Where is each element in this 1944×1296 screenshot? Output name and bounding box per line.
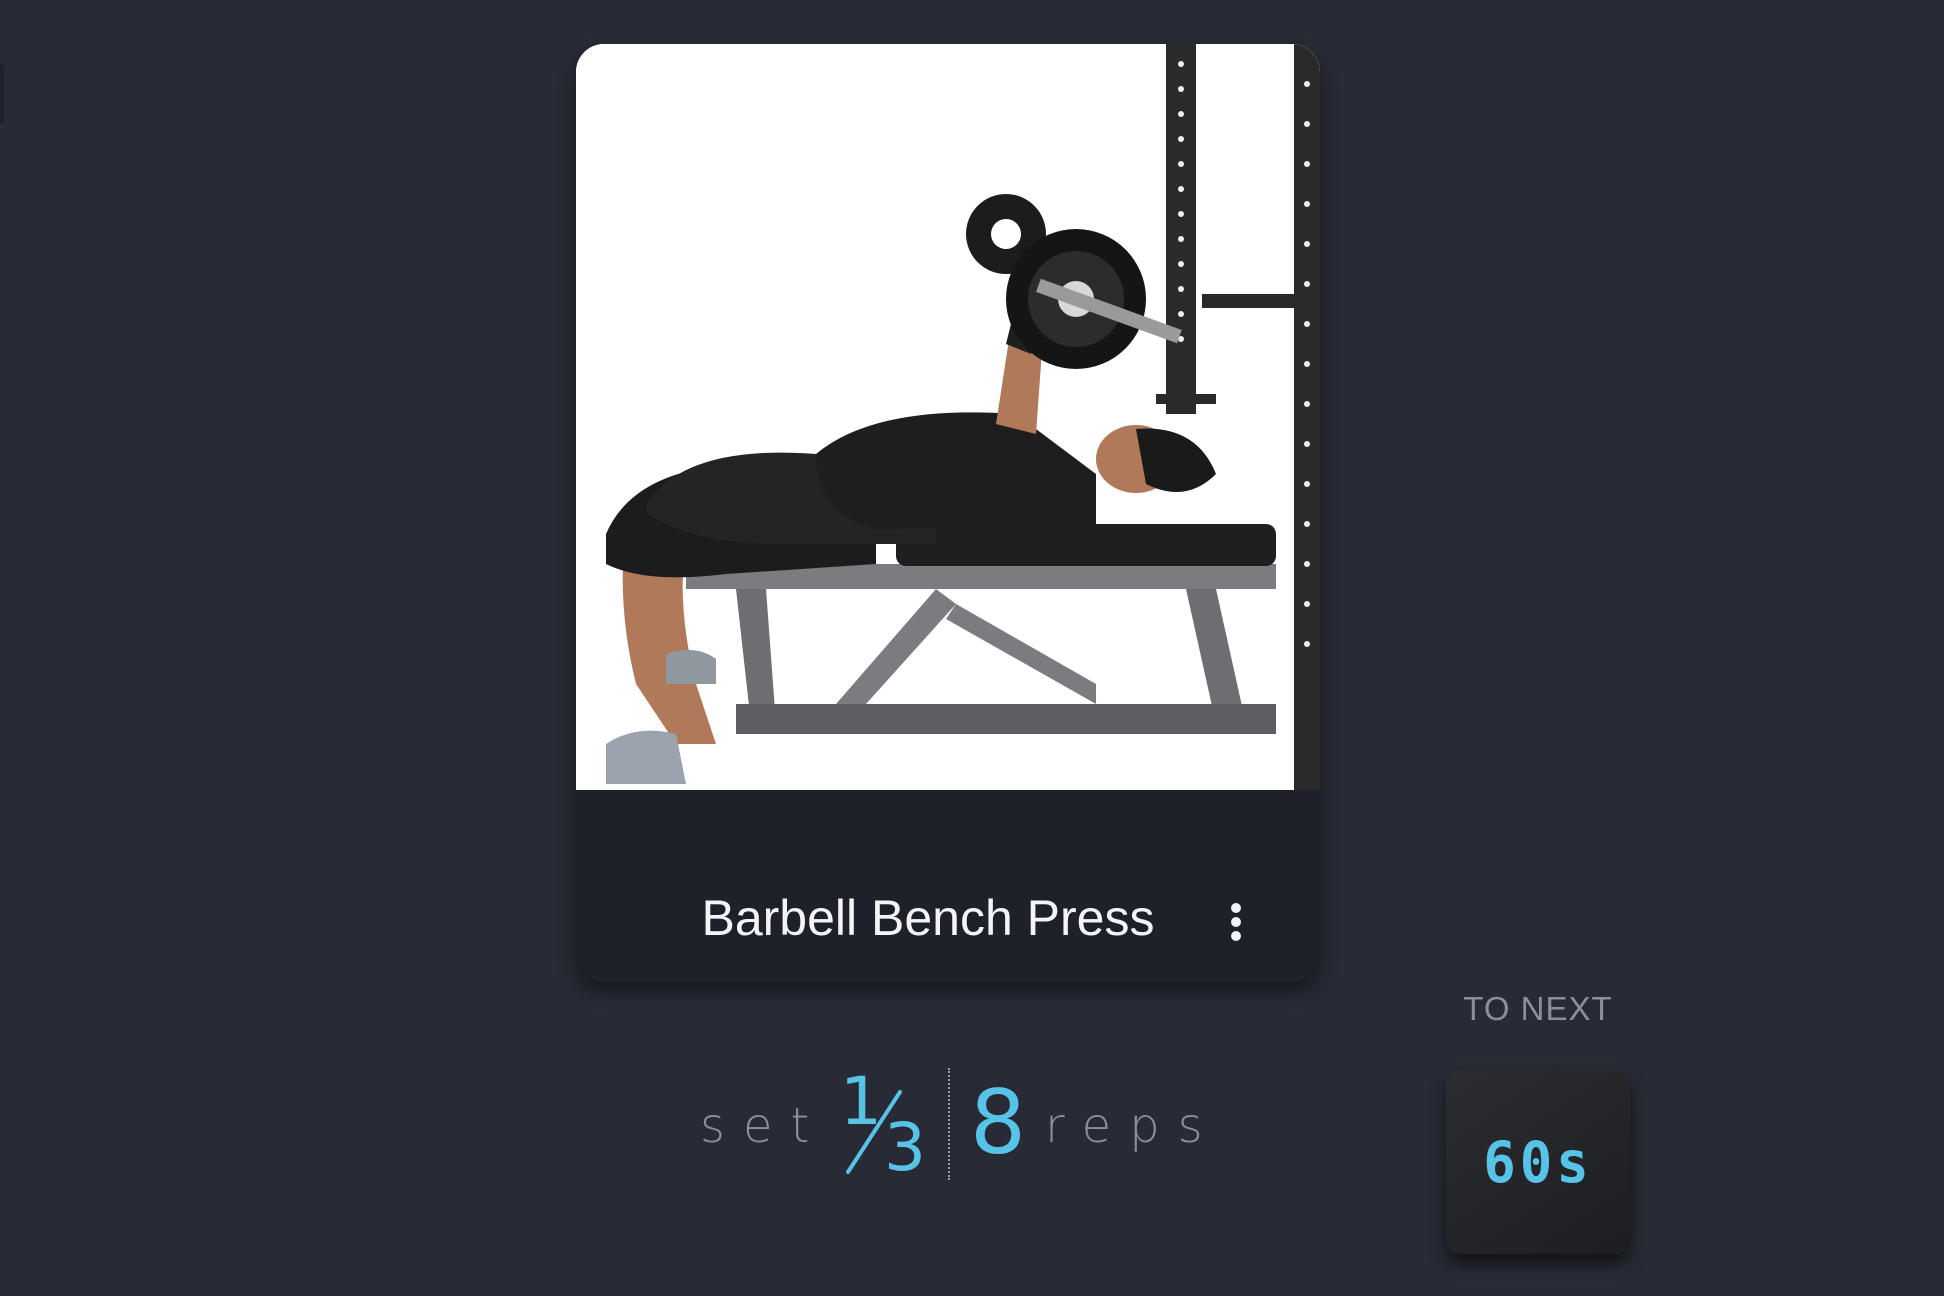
counter-divider <box>948 1068 950 1180</box>
edge-handle <box>0 64 4 124</box>
set-fraction: 1 3 <box>830 1062 926 1192</box>
more-options-button[interactable] <box>1222 898 1250 946</box>
set-total: 3 <box>884 1109 926 1186</box>
exercise-image <box>576 44 1320 790</box>
more-vertical-icon <box>1231 903 1241 941</box>
exercise-title: Barbell Bench Press <box>701 890 1155 946</box>
to-next-label: TO NEXT <box>1463 990 1613 1027</box>
rest-timer-button[interactable]: 60s <box>1446 1070 1630 1254</box>
set-label: set <box>700 1098 828 1154</box>
workout-screen: Barbell Bench Press set 1 3 8 reps TO NE… <box>0 0 1944 1296</box>
exercise-card[interactable]: Barbell Bench Press <box>576 44 1320 982</box>
rest-timer-value: 60s <box>1483 1128 1593 1196</box>
reps-count: 8 <box>970 1071 1026 1174</box>
exercise-title-bar: Barbell Bench Press <box>576 790 1320 982</box>
reps-label: reps <box>1045 1098 1221 1154</box>
set-rep-counter: set 1 3 8 reps <box>690 1062 1210 1192</box>
